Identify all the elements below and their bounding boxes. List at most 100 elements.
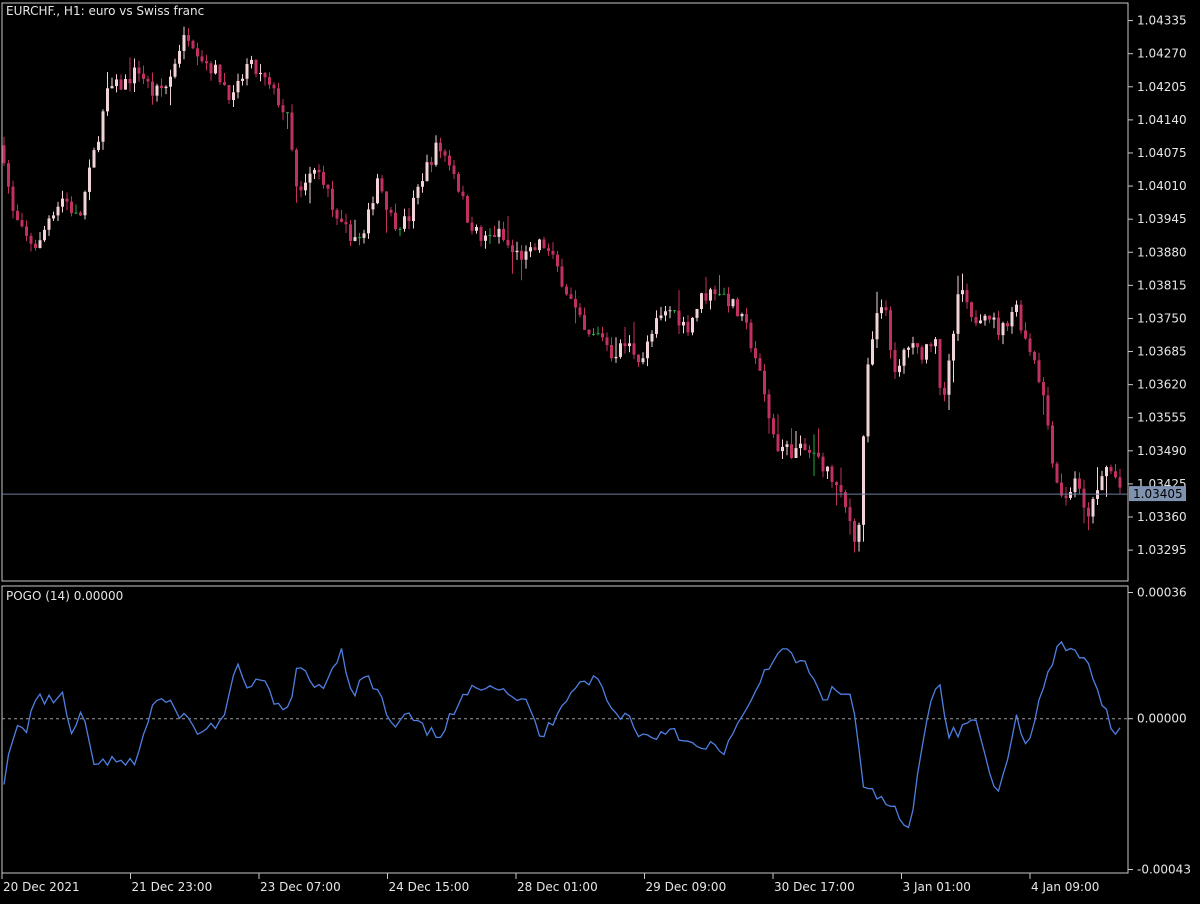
price-candle-body bbox=[677, 310, 681, 326]
time-tick-label: 29 Dec 09:00 bbox=[646, 880, 727, 894]
price-candle-body bbox=[988, 315, 991, 320]
price-candle-body bbox=[142, 73, 145, 79]
price-candle-body bbox=[281, 105, 285, 113]
price-tick-label: 1.04140 bbox=[1137, 113, 1187, 127]
price-candle-body bbox=[866, 364, 870, 437]
price-candle-body bbox=[452, 165, 456, 174]
price-candle-body bbox=[313, 169, 316, 174]
price-candle-body bbox=[497, 228, 501, 237]
price-candle-body bbox=[1001, 323, 1005, 336]
time-tick-label: 21 Dec 23:00 bbox=[132, 880, 213, 894]
price-candle-body bbox=[317, 169, 321, 173]
price-candle-body bbox=[889, 310, 892, 351]
price-candle-body bbox=[277, 88, 280, 106]
price-candle-body bbox=[772, 418, 775, 435]
price-candle-body bbox=[101, 111, 105, 142]
price-candle-body bbox=[722, 293, 726, 295]
price-candle-body bbox=[511, 245, 514, 253]
chart-canvas[interactable]: 1.04335 1.04270 1.04205 1.04140 1.04075 1.040… bbox=[0, 0, 1200, 900]
price-candle-body bbox=[623, 343, 627, 347]
price-candle-body bbox=[799, 443, 802, 449]
price-candle-body bbox=[974, 317, 978, 324]
price-candle-body bbox=[70, 201, 73, 214]
price-tick-label: 1.03685 bbox=[1137, 345, 1187, 359]
price-tick-label: 1.03620 bbox=[1137, 378, 1187, 392]
price-candle-body bbox=[25, 226, 28, 236]
price-candle-body bbox=[466, 196, 469, 223]
price-candle-body bbox=[502, 228, 505, 240]
price-candle-body bbox=[686, 321, 690, 333]
price-candle-body bbox=[578, 307, 582, 315]
price-candle-body bbox=[146, 78, 150, 82]
price-candle-body bbox=[16, 210, 19, 221]
time-tick-label: 24 Dec 15:00 bbox=[389, 880, 470, 894]
price-candle-body bbox=[223, 82, 226, 86]
price-candle-body bbox=[605, 337, 609, 346]
price-candle-body bbox=[196, 48, 199, 57]
price-candle-body bbox=[583, 314, 586, 330]
background bbox=[0, 0, 1200, 900]
price-candle-body bbox=[434, 142, 438, 165]
price-candle-body bbox=[1046, 395, 1050, 426]
price-candle-body bbox=[11, 186, 15, 211]
price-candle-body bbox=[691, 317, 694, 333]
price-candle-body bbox=[128, 79, 132, 84]
price-candle-body bbox=[916, 343, 919, 348]
price-candle-body bbox=[484, 235, 487, 241]
price-candle-body bbox=[695, 308, 699, 318]
price-candle-body bbox=[79, 212, 82, 216]
price-candle-body bbox=[1015, 304, 1018, 313]
price-candle-body bbox=[331, 188, 334, 210]
price-candle-body bbox=[817, 452, 820, 457]
price-candle-body bbox=[322, 172, 325, 185]
price-candle-body bbox=[1010, 312, 1014, 327]
price-candle-body bbox=[947, 360, 951, 395]
price-candle-body bbox=[547, 248, 550, 251]
price-candle-body bbox=[461, 191, 465, 197]
price-candle-body bbox=[182, 35, 186, 51]
price-candle-body bbox=[956, 294, 960, 334]
price-tick-label: 1.03880 bbox=[1137, 245, 1187, 259]
price-candle-body bbox=[151, 81, 154, 96]
price-candle-body bbox=[1019, 304, 1023, 331]
price-tick-label: 1.03815 bbox=[1137, 278, 1187, 292]
price-candle-body bbox=[385, 191, 388, 210]
time-tick-label: 28 Dec 01:00 bbox=[517, 880, 598, 894]
price-candle-body bbox=[983, 315, 987, 321]
price-candle-body bbox=[164, 86, 168, 89]
current-price-label-text: 1.03405 bbox=[1133, 487, 1183, 501]
price-candle-body bbox=[925, 344, 928, 360]
price-candle-body bbox=[911, 343, 915, 348]
price-candle-body bbox=[389, 209, 393, 213]
price-candle-body bbox=[218, 64, 222, 83]
price-candle-body bbox=[646, 341, 649, 359]
price-candle-body bbox=[835, 482, 838, 486]
price-candle-body bbox=[340, 218, 343, 222]
price-candle-body bbox=[412, 197, 415, 222]
price-candle-body bbox=[592, 333, 595, 335]
price-candle-body bbox=[992, 317, 996, 320]
price-candle-body bbox=[655, 318, 658, 334]
price-candle-body bbox=[533, 247, 537, 251]
price-candle-body bbox=[227, 85, 231, 100]
price-candle-body bbox=[1091, 498, 1095, 517]
price-candle-body bbox=[601, 333, 604, 338]
price-candle-body bbox=[295, 149, 298, 187]
price-candle-body bbox=[2, 145, 6, 164]
price-candle-body bbox=[7, 163, 10, 187]
price-candle-body bbox=[857, 524, 861, 542]
price-candle-body bbox=[713, 289, 717, 295]
chart-window[interactable]: 1.04335 1.04270 1.04205 1.04140 1.04075 1.040… bbox=[0, 0, 1200, 900]
price-candle-body bbox=[1051, 425, 1054, 464]
price-candle-body bbox=[443, 151, 447, 156]
price-candle-body bbox=[488, 234, 492, 236]
price-candle-body bbox=[731, 299, 735, 307]
price-candle-body bbox=[1033, 351, 1036, 361]
price-candle-body bbox=[200, 56, 204, 62]
price-candle-body bbox=[637, 354, 640, 363]
time-tick-label: 23 Dec 07:00 bbox=[260, 880, 341, 894]
price-candle-body bbox=[776, 434, 780, 452]
price-candle-body bbox=[1042, 382, 1045, 396]
price-tick-label: 1.04270 bbox=[1137, 47, 1187, 61]
price-candle-body bbox=[259, 72, 262, 75]
